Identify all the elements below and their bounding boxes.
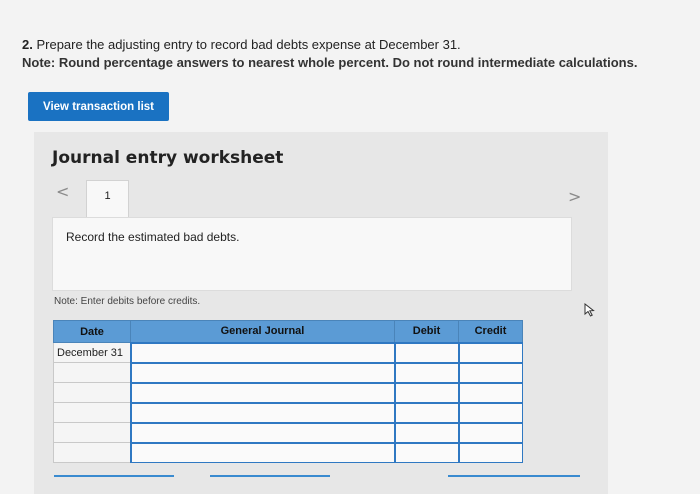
account-input[interactable] [129,381,395,403]
view-transaction-list-button[interactable]: View transaction list [28,92,169,121]
journal-table: Date General Journal Debit Credit Decemb… [53,320,523,463]
table-row: December 31 [53,341,523,363]
table-row [53,361,523,383]
divider-line [54,475,174,477]
question-text: 2. Prepare the adjusting entry to record… [22,36,682,72]
record-instruction: Record the estimated bad debts. [66,230,240,244]
header-date: Date [53,320,131,343]
debit-input[interactable] [393,341,459,363]
credit-input[interactable] [457,361,523,383]
date-cell[interactable]: December 31 [53,342,131,363]
cursor-icon [584,303,595,317]
account-input[interactable] [129,341,395,363]
header-general-journal: General Journal [130,320,395,343]
credit-input[interactable] [457,381,523,403]
header-credit: Credit [458,320,523,343]
date-cell[interactable] [53,402,131,423]
date-cell[interactable] [53,422,131,443]
table-row [53,421,523,443]
chevron-right-icon[interactable]: > [568,187,581,206]
chevron-left-icon[interactable]: < [56,182,69,201]
divider-line [210,475,330,477]
question-line: 2. Prepare the adjusting entry to record… [22,36,682,54]
header-debit: Debit [394,320,459,343]
question-number: 2. [22,37,33,52]
account-input[interactable] [129,401,395,423]
date-cell[interactable] [53,442,131,463]
debit-input[interactable] [393,381,459,403]
credit-input[interactable] [457,421,523,443]
divider-line [448,475,580,477]
debit-input[interactable] [393,441,459,463]
date-cell[interactable] [53,382,131,403]
table-row [53,401,523,423]
record-instruction-box: Record the estimated bad debts. [52,217,572,291]
table-row [53,441,523,463]
credit-input[interactable] [457,341,523,363]
account-input[interactable] [129,421,395,443]
tab-1[interactable]: 1 [86,180,129,218]
question-prompt: Prepare the adjusting entry to record ba… [36,37,461,52]
debit-input[interactable] [393,401,459,423]
worksheet-title: Journal entry worksheet [52,148,284,168]
debit-credit-note: Note: Enter debits before credits. [54,296,201,307]
journal-header-row: Date General Journal Debit Credit [53,320,523,343]
credit-input[interactable] [457,401,523,423]
account-input[interactable] [129,441,395,463]
table-row [53,381,523,403]
journal-entry-worksheet: Journal entry worksheet < > 1 Record the… [34,132,608,494]
credit-input[interactable] [457,441,523,463]
debit-input[interactable] [393,361,459,383]
account-input[interactable] [129,361,395,383]
debit-input[interactable] [393,421,459,443]
date-cell[interactable] [53,362,131,383]
question-note: Note: Round percentage answers to neares… [22,55,638,70]
